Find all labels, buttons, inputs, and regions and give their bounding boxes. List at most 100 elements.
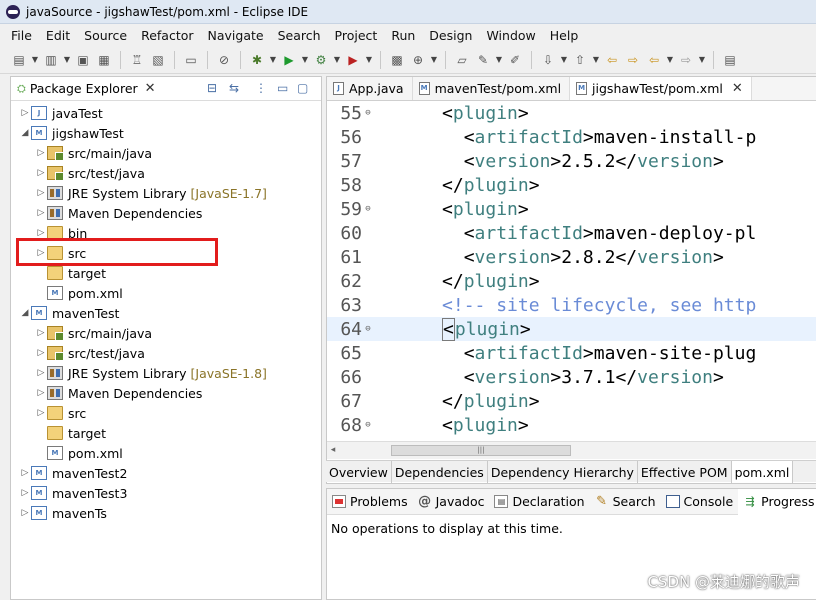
minimize-icon[interactable]: ▭ [277, 81, 288, 95]
debug-icon[interactable]: ✱ [248, 51, 266, 69]
expand-icon[interactable]: ▷ [19, 508, 31, 518]
new-wizard-icon[interactable]: ▥ [42, 51, 60, 69]
coverage-icon[interactable]: ⚙ [312, 51, 330, 69]
fold-collapse-icon[interactable]: ⊖ [363, 204, 373, 214]
menu-window[interactable]: Window [479, 28, 542, 43]
tree-item-project[interactable]: ▷ MmavenTs [11, 503, 321, 523]
open-task-icon[interactable]: ▧ [149, 51, 167, 69]
tree-item-source-folder[interactable]: ▷ src/main/java [11, 143, 321, 163]
tree-item-project[interactable]: ▷ MmavenTest2 [11, 463, 321, 483]
tab-console[interactable]: Console [661, 489, 739, 515]
fold-collapse-icon[interactable]: ⊖ [363, 108, 373, 118]
code-line[interactable]: 61 <version>2.8.2</version> [327, 245, 816, 269]
code-line[interactable]: 62 </plugin> [327, 269, 816, 293]
expand-icon[interactable]: ▷ [35, 168, 47, 178]
run-icon[interactable]: ▶ [280, 51, 298, 69]
expand-icon[interactable]: ▷ [35, 368, 47, 378]
tree-item-library[interactable]: ▷ JRE System Library [JavaSE-1.8] [11, 363, 321, 383]
menu-run[interactable]: Run [384, 28, 422, 43]
collapse-icon[interactable]: ◢ [19, 128, 31, 138]
code-line[interactable]: 60 <artifactId>maven-deploy-pl [327, 221, 816, 245]
code-editor[interactable]: 55 ⊖ <plugin> 56 <artifactId>maven-install… [327, 101, 816, 441]
expand-icon[interactable]: ▷ [35, 388, 47, 398]
tab-dependencies[interactable]: Dependencies [392, 461, 488, 483]
prev-annotation-icon[interactable]: ⇧ [571, 51, 589, 69]
close-icon[interactable]: ✕ [145, 81, 156, 96]
tab-jigshawtest-pom[interactable]: MjigshawTest/pom.xml ✕ [570, 77, 752, 100]
tree-item-library[interactable]: ▷ Maven Dependencies [11, 203, 321, 223]
save-all-icon[interactable]: ▦ [95, 51, 113, 69]
menu-navigate[interactable]: Navigate [201, 28, 271, 43]
expand-icon[interactable]: ▷ [35, 188, 47, 198]
tab-problems[interactable]: Problems [327, 489, 413, 515]
close-tab-icon[interactable]: ✕ [732, 81, 743, 96]
code-line[interactable]: 68 ⊖ <plugin> [327, 413, 816, 437]
scroll-thumb[interactable]: ||| [391, 445, 571, 456]
expand-icon[interactable]: ▷ [35, 328, 47, 338]
expand-icon[interactable]: ▷ [19, 488, 31, 498]
tree-item-project[interactable]: ◢ MjigshawTest [11, 123, 321, 143]
open-perspective-icon[interactable]: ▤ [721, 51, 739, 69]
horizontal-scrollbar[interactable]: ◂ ||| [327, 441, 816, 459]
menu-project[interactable]: Project [328, 28, 385, 43]
menu-search[interactable]: Search [271, 28, 328, 43]
scroll-left-icon[interactable]: ◂ [327, 445, 339, 455]
save-icon[interactable]: ▣ [74, 51, 92, 69]
tree-item-folder[interactable]: ▷ src [11, 243, 321, 263]
tab-app-java[interactable]: J App.java [327, 77, 413, 100]
pen-dropdown-icon[interactable]: ▼ [495, 51, 503, 69]
tree-item-source-folder[interactable]: ▷ src/main/java [11, 323, 321, 343]
external-tools-dropdown-icon[interactable]: ▼ [365, 51, 373, 69]
debug-dropdown-icon[interactable]: ▼ [269, 51, 277, 69]
prev-annotation-dropdown-icon[interactable]: ▼ [592, 51, 600, 69]
expand-icon[interactable]: ▷ [35, 228, 47, 238]
console-icon[interactable]: ▭ [182, 51, 200, 69]
code-line[interactable]: 55 ⊖ <plugin> [327, 101, 816, 125]
menu-refactor[interactable]: Refactor [134, 28, 200, 43]
tree-item-folder[interactable]: target [11, 423, 321, 443]
tab-dependency-hierarchy[interactable]: Dependency Hierarchy [488, 461, 638, 483]
collapse-all-icon[interactable]: ⊟ [207, 81, 217, 95]
skip-breakpoints-icon[interactable]: ⊘ [215, 51, 233, 69]
menu-source[interactable]: Source [77, 28, 134, 43]
tree-item-source-folder[interactable]: ▷ src/test/java [11, 163, 321, 183]
fold-collapse-icon[interactable]: ⊖ [363, 420, 373, 430]
expand-icon[interactable]: ▷ [35, 208, 47, 218]
back-history-icon[interactable]: ⇨ [624, 51, 642, 69]
link-editor-icon[interactable]: ⇆ [229, 81, 239, 95]
new-package-dropdown-icon[interactable]: ▼ [430, 51, 438, 69]
tab-declaration[interactable]: ▤ Declaration [489, 489, 589, 515]
tab-pom-xml[interactable]: pom.xml [731, 461, 794, 483]
tree-item-file[interactable]: Mpom.xml [11, 283, 321, 303]
tree-item-project[interactable]: ◢ MmavenTest [11, 303, 321, 323]
tab-search[interactable]: ✎ Search [590, 489, 661, 515]
tab-effective-pom[interactable]: Effective POM [638, 461, 732, 483]
back-icon[interactable]: ⇦ [645, 51, 663, 69]
tab-progress[interactable]: ⇶Progress✕ [738, 488, 816, 515]
tree-item-library[interactable]: ▷ Maven Dependencies [11, 383, 321, 403]
external-tools-icon[interactable]: ▶ [344, 51, 362, 69]
coverage-dropdown-icon[interactable]: ▼ [333, 51, 341, 69]
maximize-icon[interactable]: ▢ [297, 81, 308, 95]
menu-help[interactable]: Help [543, 28, 586, 43]
annotation-icon[interactable]: ✐ [506, 51, 524, 69]
code-line[interactable]: 57 <version>2.5.2</version> [327, 149, 816, 173]
tree-item-file[interactable]: Mpom.xml [11, 443, 321, 463]
tree-item-source-folder[interactable]: ▷ src/test/java [11, 343, 321, 363]
next-annotation-icon[interactable]: ⇩ [539, 51, 557, 69]
pen-icon[interactable]: ✎ [474, 51, 492, 69]
tree-item-library[interactable]: ▷ JRE System Library [JavaSE-1.7] [11, 183, 321, 203]
tab-maventest-pom[interactable]: MmavenTest/pom.xml [413, 77, 571, 100]
expand-icon[interactable]: ▷ [35, 148, 47, 158]
new-package-icon[interactable]: ⊕ [409, 51, 427, 69]
expand-icon[interactable]: ▷ [35, 348, 47, 358]
menu-design[interactable]: Design [422, 28, 479, 43]
menu-file[interactable]: File [4, 28, 39, 43]
last-edit-icon[interactable]: ⇦ [603, 51, 621, 69]
new-icon[interactable]: ▤ [10, 51, 28, 69]
tree-item-folder[interactable]: ▷ src [11, 403, 321, 423]
code-line[interactable]: 64 ⊖ <plugin> [327, 317, 816, 341]
view-menu-icon[interactable]: ⋮ [255, 81, 267, 95]
code-line[interactable]: 56 <artifactId>maven-install-p [327, 125, 816, 149]
back-dropdown-icon[interactable]: ▼ [666, 51, 674, 69]
